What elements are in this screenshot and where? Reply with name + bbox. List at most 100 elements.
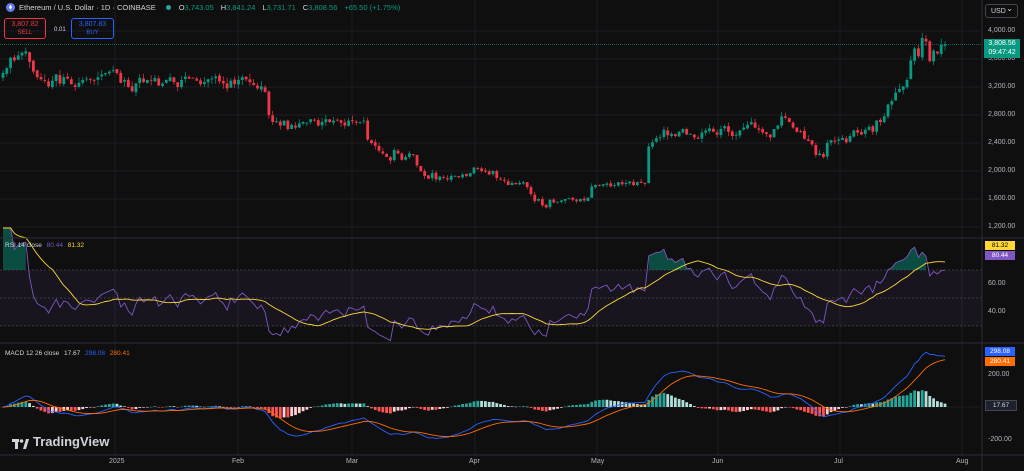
candle-body (784, 116, 787, 118)
macd-hist-bar (491, 401, 495, 407)
macd-hist-bar (844, 407, 848, 408)
candle-body (753, 122, 757, 128)
candle-body (100, 74, 104, 77)
candle-body (229, 80, 233, 88)
macd-hist-bar (301, 407, 305, 412)
rsi-ma-value: 81.32 (67, 242, 85, 249)
macd-hist-bar (502, 404, 506, 407)
macd-hist-bar (727, 407, 730, 411)
candle-body (381, 151, 385, 154)
rsi-legend[interactable]: RSI 14 close 80.44 81.32 (5, 242, 84, 249)
candle-body (320, 122, 324, 126)
candle-body (468, 173, 472, 177)
candle-body (730, 131, 734, 136)
candle-body (506, 181, 510, 185)
sell-button[interactable]: 3,807.82 SELL (4, 18, 46, 39)
macd-hist-bar (848, 406, 852, 407)
macd-hist-bar (928, 395, 932, 407)
candle-body (370, 140, 373, 143)
candle-body (529, 187, 533, 195)
candle-body (582, 198, 586, 201)
candle-body (704, 130, 708, 133)
candle-body (837, 139, 841, 141)
macd-hist-bar (795, 407, 799, 410)
macd-hist-bar (704, 407, 708, 409)
currency-selector[interactable]: USD (985, 2, 1018, 18)
candle-body (259, 86, 263, 90)
macd-hist-bar (453, 405, 457, 407)
macd-hist-bar (597, 400, 601, 407)
macd-hist-bar (351, 403, 354, 407)
candle-body (711, 128, 715, 132)
macd-hist-bar (320, 405, 324, 407)
macd-hist-bar (427, 407, 430, 411)
candle-body (552, 199, 556, 203)
macd-hist-value: 17.67 (64, 350, 81, 357)
candle-body (799, 131, 803, 132)
macd-hist-bar (328, 404, 332, 407)
candle-body (510, 182, 514, 186)
macd-hist-bar (392, 407, 396, 412)
open-value: O3,743.05 (179, 3, 214, 12)
price-axis-label: 2,800.00 (988, 111, 1016, 118)
candle-body (856, 130, 860, 133)
chart-window: Ethereum / U.S. Dollar · 1D · COINBASE O… (0, 0, 1024, 471)
macd-hist-bar (240, 406, 244, 407)
symbol-header[interactable]: Ethereum / U.S. Dollar · 1D · COINBASE O… (6, 3, 403, 12)
candle-body (901, 86, 905, 90)
candle-body (446, 178, 449, 180)
macd-hist-bar (457, 404, 461, 407)
candle-body (882, 116, 886, 123)
candle-body (943, 44, 947, 46)
macd-hist-bar (290, 407, 294, 417)
macd-hist-bar (487, 401, 491, 407)
macd-hist-bar (39, 407, 43, 411)
candle-body (708, 128, 711, 132)
macd-hist-bar (81, 407, 85, 410)
signal-line (2, 359, 946, 438)
macd-hist-bar (499, 404, 502, 407)
candle-body (85, 78, 88, 80)
candle-body (20, 52, 24, 56)
price-axis-label: 1,200.00 (988, 223, 1016, 230)
candle-body (639, 181, 643, 183)
macd-hist-bar (594, 400, 597, 407)
brand-name: TradingView (33, 434, 110, 449)
candle-body (841, 138, 844, 141)
macd-hist-bar (85, 407, 88, 409)
macd-hist-bar (787, 407, 791, 408)
candle-body (335, 119, 339, 121)
time-axis-label: Feb (232, 458, 245, 465)
candle-body (772, 129, 776, 138)
macd-hist-bar (567, 405, 571, 407)
rsi-background (0, 270, 982, 326)
candle-body (905, 80, 909, 88)
candle-body (301, 122, 305, 124)
chart-canvas[interactable] (0, 0, 1024, 471)
candle-body (624, 182, 628, 184)
candle-body (628, 181, 632, 184)
buy-button[interactable]: 3,807.83 BUY (71, 18, 114, 39)
candle-body (814, 145, 818, 155)
candle-body (351, 120, 354, 122)
time-axis-label: Jun (712, 458, 724, 465)
change-value: +65.50 (+1.75%) (344, 3, 401, 12)
market-status-icon (165, 5, 171, 10)
candle-body (848, 136, 852, 142)
macd-hist-bar (692, 406, 696, 407)
macd-hist-bar (259, 407, 263, 409)
macd-hist-bar (442, 407, 446, 409)
candle-body (825, 143, 829, 157)
macd-hist-bar (894, 396, 898, 407)
rsi-tag: 80.44 (985, 251, 1015, 260)
high-value: H3,841.24 (221, 3, 256, 12)
candle-body (316, 120, 320, 126)
macd-hist-bar (901, 395, 905, 407)
candle-body (449, 175, 453, 180)
candle-body (66, 76, 69, 79)
pane-separators[interactable] (0, 0, 1024, 471)
macd-legend[interactable]: MACD 12 26 close 17.67 298.08 280.41 (5, 350, 130, 357)
candle-body (715, 132, 719, 135)
candle-body (920, 38, 924, 58)
tradingview-logo[interactable]: TradingView (12, 434, 109, 449)
